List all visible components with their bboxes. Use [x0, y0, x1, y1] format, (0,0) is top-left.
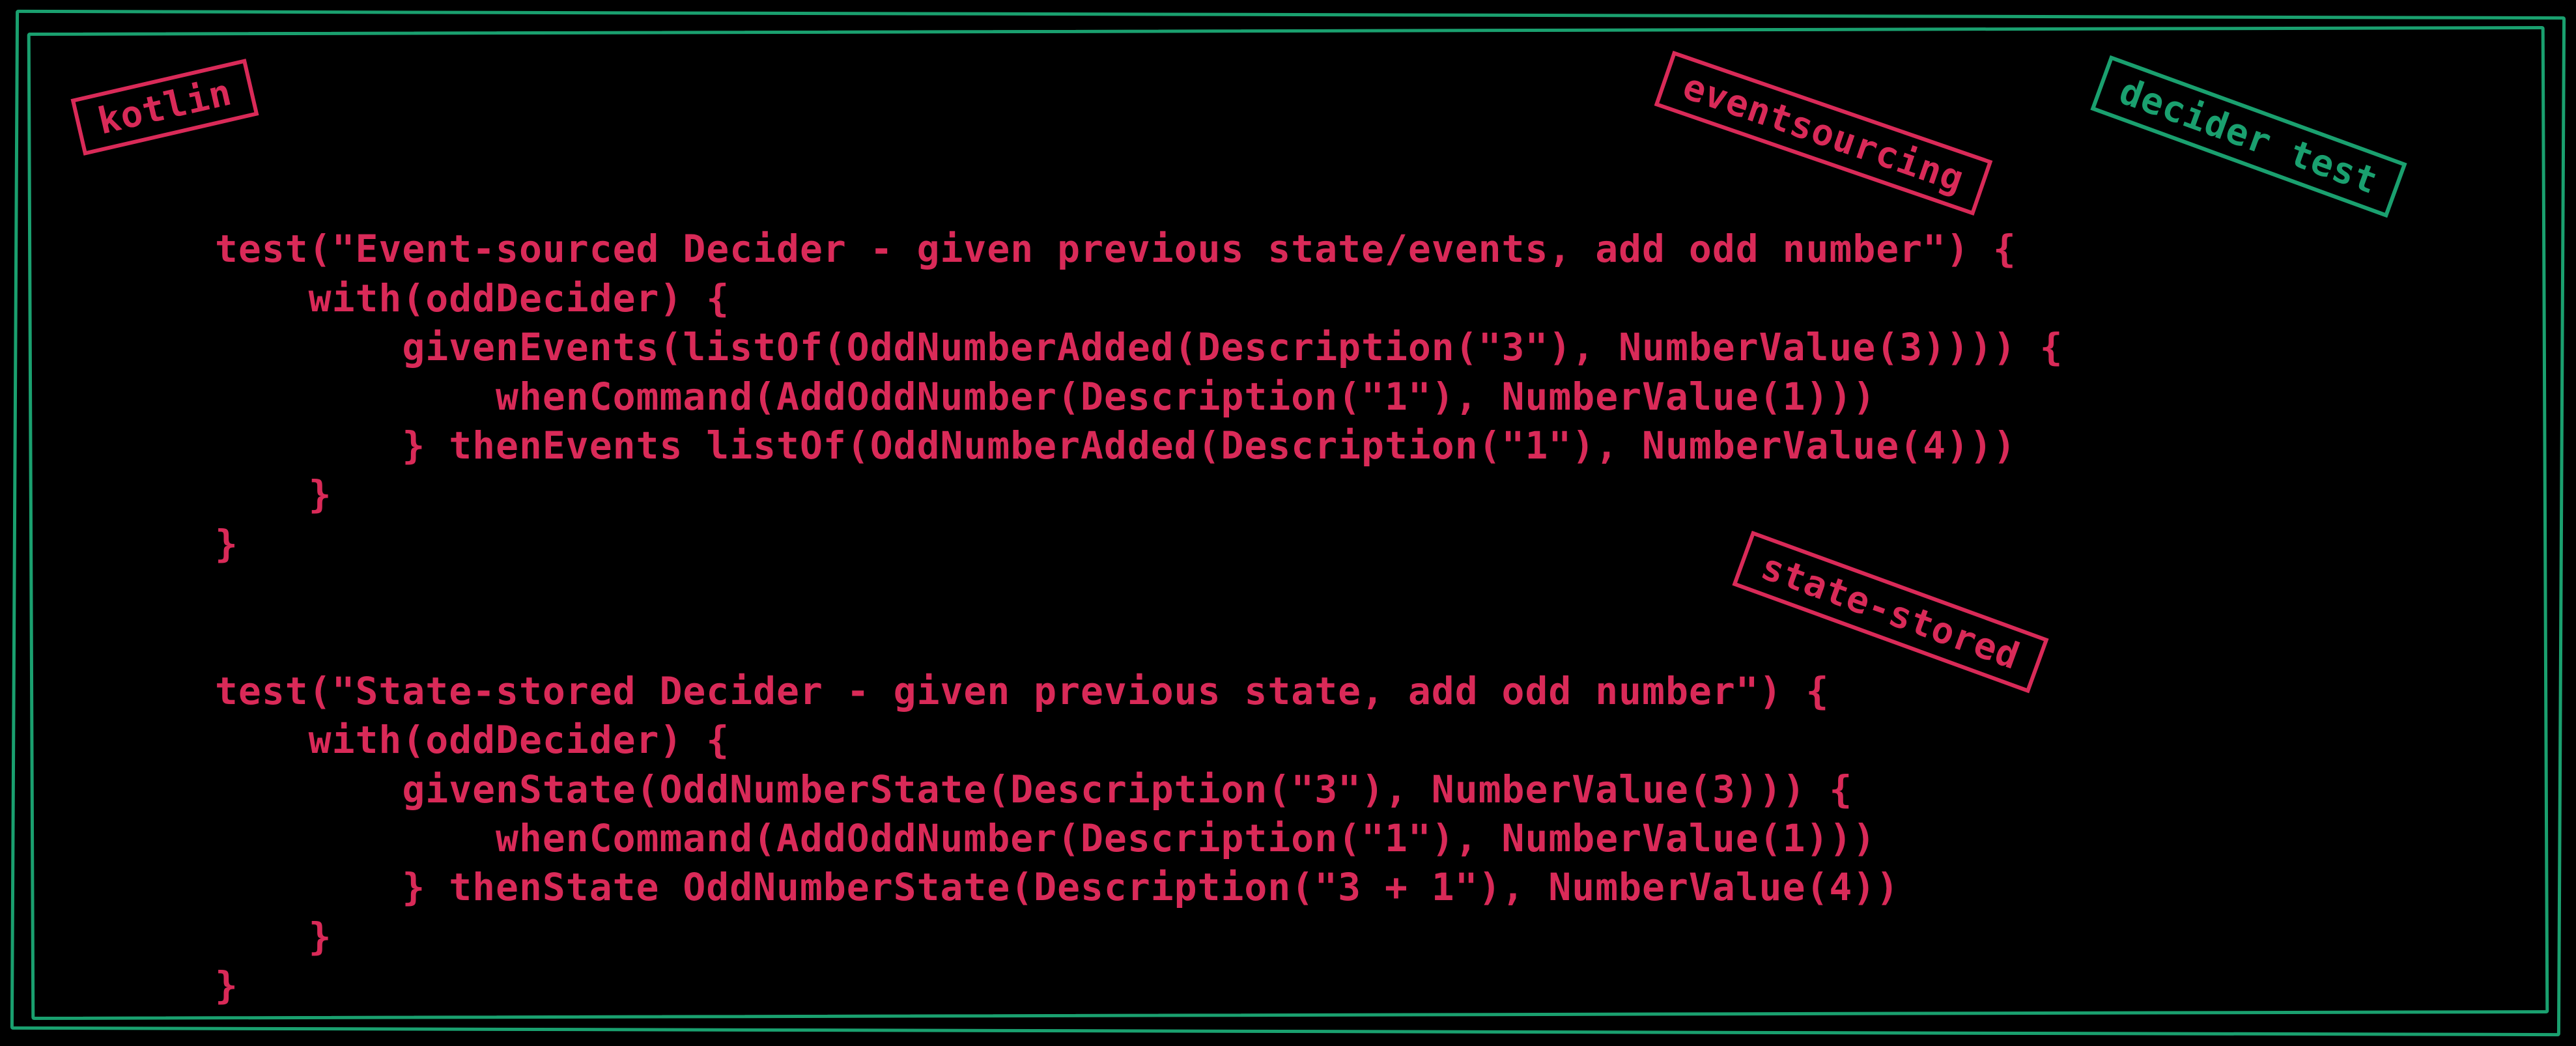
code-block: test("Event-sourced Decider - given prev… [215, 176, 2063, 1011]
code-line: with(oddDecider) { [215, 718, 729, 762]
code-line: test("State-stored Decider - given previ… [215, 669, 1829, 713]
code-line: } thenState OddNumberState(Description("… [215, 865, 1899, 909]
code-line: with(oddDecider) { [215, 276, 729, 320]
code-line: } thenEvents listOf(OddNumberAdded(Descr… [215, 423, 2017, 468]
code-line: givenEvents(listOf(OddNumberAdded(Descri… [215, 325, 2063, 369]
code-line: } [215, 963, 238, 1008]
code-line: whenCommand(AddOddNumber(Description("1"… [215, 816, 1876, 860]
code-line: } [215, 914, 332, 959]
code-line: } [215, 472, 332, 516]
code-line: givenState(OddNumberState(Description("3… [215, 767, 1852, 812]
code-line: test("Event-sourced Decider - given prev… [215, 227, 2017, 271]
code-line: whenCommand(AddOddNumber(Description("1"… [215, 375, 1876, 419]
code-line: } [215, 522, 238, 566]
